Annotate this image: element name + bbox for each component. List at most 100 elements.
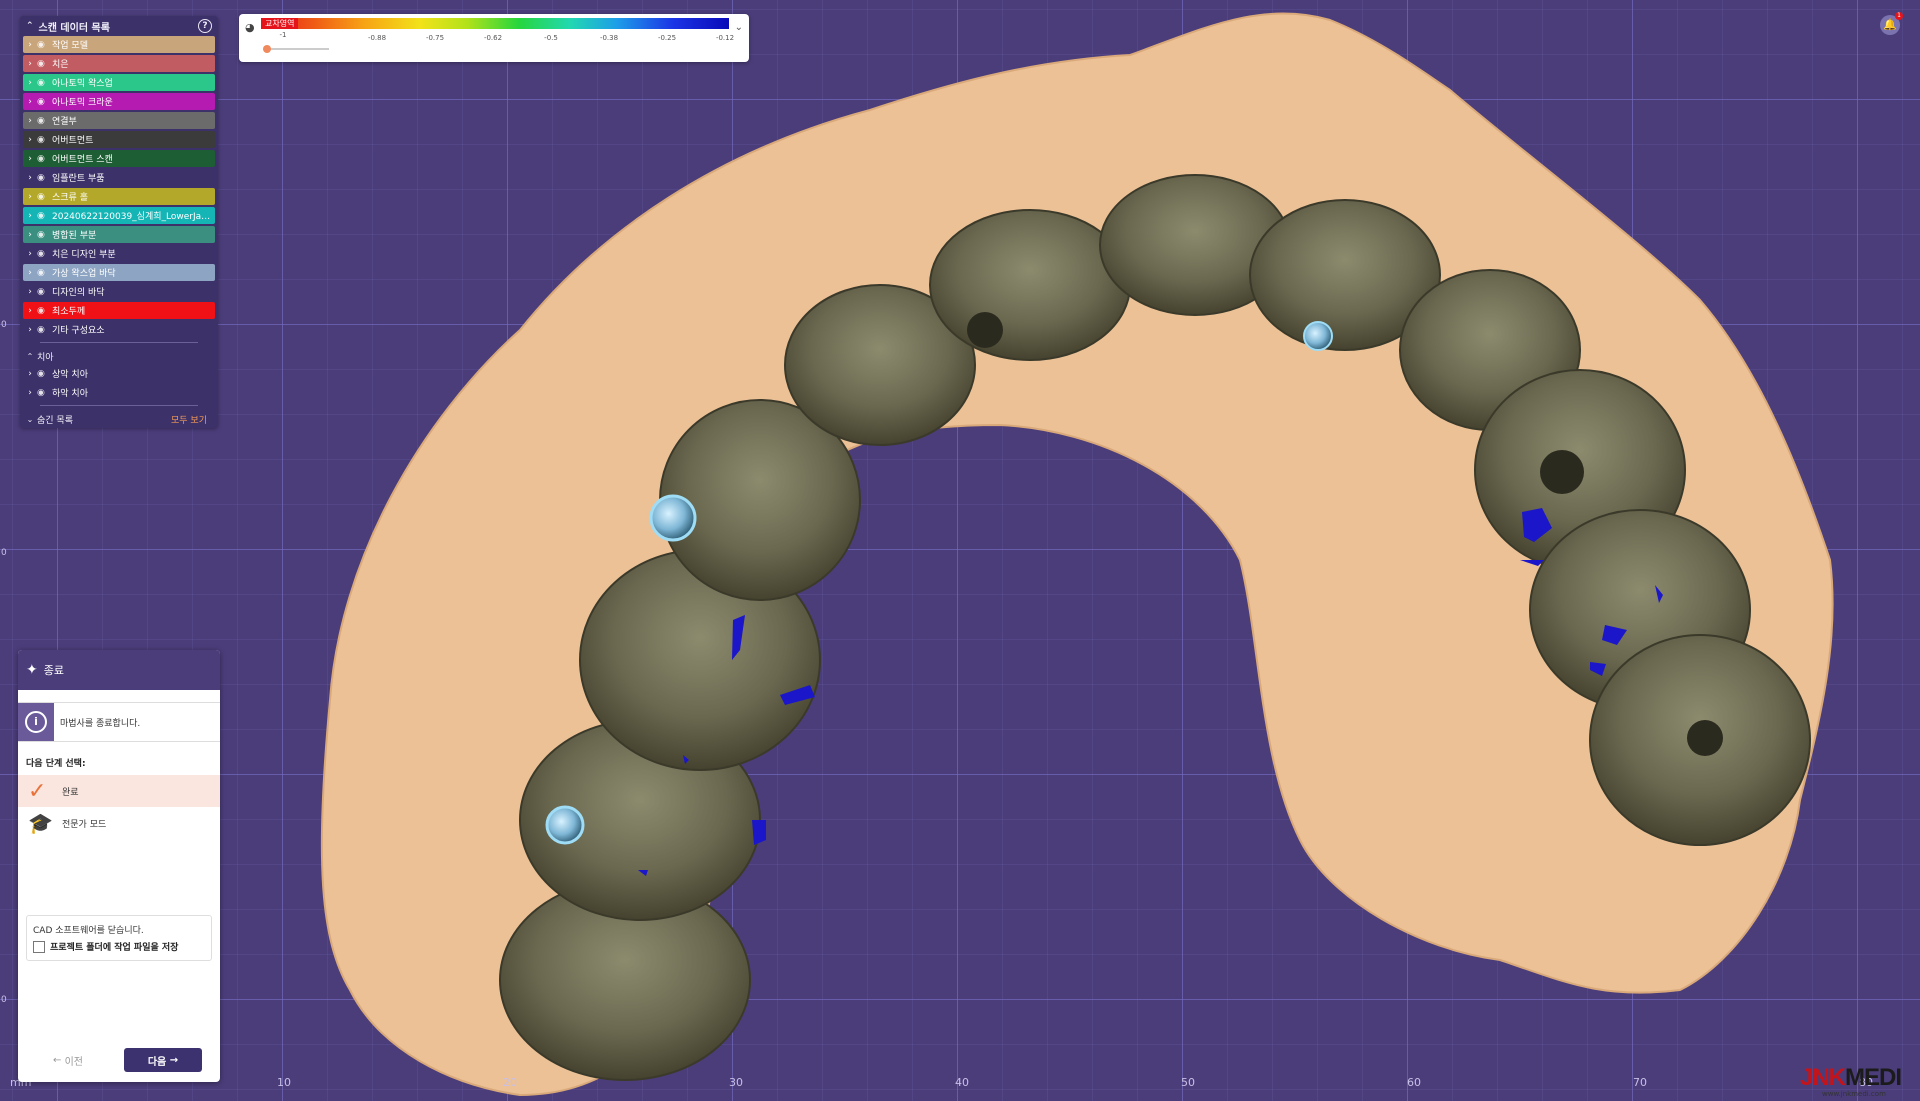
layer-row[interactable]: › ◉ 임플란트 부품: [23, 169, 215, 186]
eye-icon[interactable]: ◉: [37, 173, 49, 183]
notification-bell-icon[interactable]: 🔔 1: [1880, 12, 1903, 35]
layer-row[interactable]: › ◉ 기타 구성요소: [23, 321, 215, 338]
eye-icon[interactable]: ◉: [37, 211, 49, 221]
layer-label: 스크류 홀: [52, 193, 88, 203]
graduation-cap-icon: 🎓: [28, 811, 53, 835]
layer-row[interactable]: › ◉ 병합된 부분: [23, 226, 215, 243]
3d-viewport[interactable]: mm 10 20 30 40 50 60 70 80 0 0 0: [0, 0, 1920, 1101]
teeth-row[interactable]: › ◉ 상악 치아: [23, 365, 215, 382]
wizard-title: 종료: [43, 664, 64, 677]
logo-url: www.jnkmedi.com: [1822, 1090, 1886, 1098]
eye-icon[interactable]: ◉: [37, 388, 49, 398]
layer-row[interactable]: › ◉ 최소두께: [23, 302, 215, 319]
eye-icon[interactable]: ◉: [37, 78, 49, 88]
eye-icon[interactable]: ◉: [37, 369, 49, 379]
eye-icon[interactable]: ◉: [37, 230, 49, 240]
color-scale-tick: -0.62: [483, 34, 503, 42]
layer-label: 아나토믹 크라운: [52, 98, 113, 108]
chevron-right-icon[interactable]: ›: [23, 249, 37, 259]
layer-row[interactable]: › ◉ 치은 디자인 부분: [23, 245, 215, 262]
threshold-slider-track[interactable]: [265, 48, 329, 50]
chevron-right-icon[interactable]: ›: [23, 388, 37, 398]
eye-icon[interactable]: ◉: [37, 325, 49, 335]
chevron-right-icon[interactable]: ›: [23, 154, 37, 164]
close-cad-box: CAD 소프트웨어를 닫습니다. 프로젝트 폴더에 작업 파일을 저장: [26, 915, 212, 961]
chevron-right-icon[interactable]: ›: [23, 116, 37, 126]
chevron-down-icon[interactable]: ⌄: [23, 415, 37, 424]
magic-wand-icon: ✦: [26, 662, 38, 678]
layer-row[interactable]: › ◉ 20240622120039_심계희_LowerJaw...: [23, 207, 215, 224]
layer-row[interactable]: › ◉ 아나토믹 크라운: [23, 93, 215, 110]
next-button[interactable]: 다음 →: [124, 1048, 202, 1072]
save-project-checkbox[interactable]: [33, 940, 45, 953]
layer-row[interactable]: › ◉ 연결부: [23, 112, 215, 129]
chevron-right-icon[interactable]: ›: [23, 78, 37, 88]
layer-row[interactable]: › ◉ 치은: [23, 55, 215, 72]
eye-icon[interactable]: ◉: [37, 287, 49, 297]
layer-label: 어버트먼트 스캔: [52, 155, 113, 165]
save-project-label: 프로젝트 폴더에 작업 파일을 저장: [50, 943, 179, 953]
eye-icon[interactable]: ◉: [37, 154, 49, 164]
eye-icon[interactable]: ◉: [37, 97, 49, 107]
chevron-right-icon[interactable]: ›: [23, 369, 37, 379]
next-label: 다음: [147, 1056, 167, 1068]
layer-row[interactable]: › ◉ 작업 모델: [23, 36, 215, 53]
chevron-down-icon[interactable]: ⌄: [735, 22, 743, 33]
chevron-right-icon[interactable]: ›: [23, 97, 37, 107]
layer-row[interactable]: › ◉ 스크류 홀: [23, 188, 215, 205]
color-scale-tick: -0.88: [367, 34, 387, 42]
chevron-right-icon[interactable]: ›: [23, 135, 37, 145]
option-complete[interactable]: ✓ 완료: [18, 775, 220, 807]
help-icon[interactable]: ?: [198, 19, 212, 33]
chevron-right-icon[interactable]: ›: [23, 287, 37, 297]
chevron-right-icon[interactable]: ›: [23, 40, 37, 50]
previous-button[interactable]: ← 이전: [42, 1048, 94, 1072]
gauge-icon[interactable]: ◕: [245, 21, 255, 34]
eye-icon[interactable]: ◉: [37, 40, 49, 50]
layer-label: 기타 구성요소: [52, 326, 105, 336]
layer-row[interactable]: › ◉ 아나토믹 왁스업: [23, 74, 215, 91]
layer-row[interactable]: › ◉ 디자인의 바닥: [23, 283, 215, 300]
chevron-right-icon[interactable]: ›: [23, 268, 37, 278]
layer-row[interactable]: › ◉ 어버트먼트 스캔: [23, 150, 215, 167]
threshold-slider-thumb[interactable]: [263, 45, 271, 53]
teeth-list: › ◉ 상악 치아 › ◉ 하악 치아: [20, 365, 218, 401]
show-all-link[interactable]: 모두 보기: [171, 413, 207, 426]
chevron-right-icon[interactable]: ›: [23, 192, 37, 202]
color-scale-tick: -0.38: [599, 34, 619, 42]
option-expert-mode[interactable]: 🎓 전문가 모드: [18, 807, 220, 839]
dental-model[interactable]: [0, 0, 1920, 1101]
scan-panel-header[interactable]: ⌃ 스캔 데이터 목록 ?: [20, 16, 218, 36]
chevron-up-icon[interactable]: ⌃: [23, 352, 37, 361]
eye-icon[interactable]: ◉: [37, 135, 49, 145]
chevron-right-icon[interactable]: ›: [23, 230, 37, 240]
chevron-right-icon[interactable]: ›: [23, 211, 37, 221]
next-step-label: 다음 단계 선택:: [26, 759, 86, 769]
chevron-right-icon[interactable]: ›: [23, 173, 37, 183]
chevron-right-icon[interactable]: ›: [23, 306, 37, 316]
eye-icon[interactable]: ◉: [37, 249, 49, 259]
info-icon: i: [25, 711, 47, 733]
layer-row[interactable]: › ◉ 어버트먼트: [23, 131, 215, 148]
chevron-right-icon[interactable]: ›: [23, 325, 37, 335]
chevron-up-icon[interactable]: ⌃: [26, 21, 34, 31]
teeth-row[interactable]: › ◉ 하악 치아: [23, 384, 215, 401]
layer-row[interactable]: › ◉ 가상 왁스업 바닥: [23, 264, 215, 281]
ruler-y-label: 0: [1, 548, 7, 558]
layer-label: 아나토믹 왁스업: [52, 79, 113, 89]
eye-icon[interactable]: ◉: [37, 192, 49, 202]
ruler-x-label: 70: [1633, 1076, 1647, 1089]
wizard-panel: ✦ 종료 i 마법사를 종료합니다. 다음 단계 선택: ✓ 완료 🎓 전문가 …: [18, 650, 220, 1082]
save-project-checkbox-row[interactable]: 프로젝트 폴더에 작업 파일을 저장: [33, 940, 211, 953]
ruler-x-label: 30: [729, 1076, 743, 1089]
eye-icon[interactable]: ◉: [37, 59, 49, 69]
chevron-right-icon[interactable]: ›: [23, 59, 37, 69]
hidden-list-header[interactable]: ⌄ 숨긴 목록 모두 보기: [23, 410, 215, 428]
eye-icon[interactable]: ◉: [37, 268, 49, 278]
eye-icon[interactable]: ◉: [37, 306, 49, 316]
eye-icon[interactable]: ◉: [37, 116, 49, 126]
ruler-y-label: 0: [1, 320, 7, 330]
ruler-y-axis: 0 0 0: [0, 0, 14, 1101]
teeth-section-header[interactable]: ⌃ 치아: [23, 347, 215, 365]
arrow-right-icon: →: [166, 1054, 179, 1066]
